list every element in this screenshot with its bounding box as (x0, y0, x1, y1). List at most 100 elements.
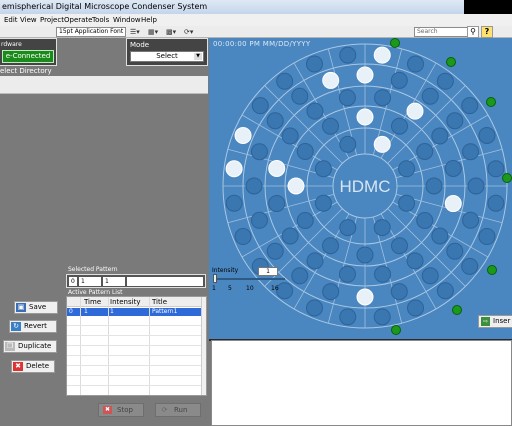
led[interactable] (339, 219, 357, 237)
led[interactable] (251, 97, 269, 115)
led[interactable] (281, 127, 299, 145)
led[interactable] (462, 143, 480, 161)
led[interactable] (390, 283, 408, 301)
led[interactable] (373, 135, 391, 153)
led[interactable] (356, 108, 374, 126)
led[interactable] (421, 87, 439, 105)
led[interactable] (314, 194, 332, 212)
led[interactable] (268, 159, 286, 177)
active-pattern-table[interactable]: Time Intensity Title 0 1 1 Pattern1 (66, 296, 207, 396)
led[interactable] (266, 112, 284, 130)
intensity-slider-thumb[interactable] (213, 274, 217, 283)
led[interactable] (446, 112, 464, 130)
led[interactable] (436, 72, 454, 90)
led[interactable] (245, 177, 263, 195)
table-row[interactable]: 0 1 1 Pattern1 (67, 308, 201, 316)
led[interactable] (305, 55, 323, 73)
led[interactable] (234, 126, 252, 144)
led[interactable] (287, 177, 305, 195)
led[interactable] (421, 267, 439, 285)
led-array[interactable]: HDMC (209, 38, 512, 339)
led[interactable] (339, 46, 357, 64)
led[interactable] (444, 195, 462, 213)
led[interactable] (306, 102, 324, 120)
led[interactable] (416, 143, 434, 160)
led[interactable] (416, 212, 434, 229)
hdmc-display[interactable]: HDMC 00:00:00 PM MM/DD/YYYY (209, 38, 512, 339)
stop-button[interactable]: ✖ Stop (98, 403, 144, 417)
table-scrollbar[interactable] (201, 297, 206, 395)
led[interactable] (305, 299, 323, 317)
led[interactable] (356, 66, 374, 84)
mode-select[interactable]: Select ▼ (130, 51, 204, 62)
led[interactable] (291, 87, 309, 105)
column-time[interactable]: Time (84, 297, 101, 307)
font-select[interactable]: 15pt Application Font (56, 27, 126, 37)
led[interactable] (391, 237, 408, 255)
search-input[interactable]: Search (414, 27, 468, 37)
led[interactable] (234, 228, 252, 246)
distribute-icon[interactable]: ▦▾ (148, 27, 158, 37)
led[interactable] (225, 160, 243, 178)
pattern-field-2[interactable]: 1 (79, 277, 101, 286)
led[interactable] (461, 97, 479, 115)
save-button[interactable]: ▣ Save (14, 301, 58, 314)
menu-operate[interactable]: Operate (64, 16, 92, 24)
led[interactable] (461, 257, 479, 275)
led[interactable] (467, 177, 485, 195)
menu-view[interactable]: View (20, 16, 37, 24)
search-icon[interactable]: ⚲ (467, 26, 479, 38)
led[interactable] (487, 160, 505, 178)
insert-button[interactable]: ⇨ Inser (478, 315, 512, 328)
led[interactable] (406, 102, 424, 120)
led[interactable] (425, 177, 443, 195)
led[interactable] (296, 143, 314, 160)
led[interactable] (446, 242, 464, 260)
led[interactable] (390, 71, 408, 89)
led[interactable] (431, 127, 449, 145)
led[interactable] (398, 194, 416, 212)
reorder-icon[interactable]: ⟳▾ (184, 27, 193, 37)
led[interactable] (478, 228, 496, 246)
menu-tools[interactable]: Tools (92, 16, 109, 24)
led[interactable] (266, 242, 284, 260)
led[interactable] (487, 194, 505, 212)
led[interactable] (406, 252, 424, 270)
led[interactable] (338, 265, 356, 283)
led[interactable] (373, 308, 391, 326)
menu-help[interactable]: Help (141, 16, 157, 24)
led[interactable] (391, 117, 408, 135)
led[interactable] (356, 288, 374, 306)
led[interactable] (373, 219, 391, 237)
column-intensity[interactable]: Intensity (110, 297, 140, 307)
led[interactable] (322, 237, 339, 255)
connection-status-button[interactable]: e-Connected (2, 50, 54, 63)
led[interactable] (339, 308, 357, 326)
led[interactable] (374, 265, 392, 283)
led[interactable] (398, 160, 416, 178)
led[interactable] (436, 282, 454, 300)
led[interactable] (291, 267, 309, 285)
directory-field[interactable] (0, 76, 208, 94)
led[interactable] (276, 282, 294, 300)
align-icon[interactable]: ☰▾ (130, 27, 140, 37)
led[interactable] (407, 55, 425, 73)
led[interactable] (373, 46, 391, 64)
run-button[interactable]: ⟳ Run (155, 403, 201, 417)
led[interactable] (339, 135, 357, 153)
intensity-slider-track[interactable] (213, 278, 285, 280)
led[interactable] (374, 89, 392, 107)
led[interactable] (444, 159, 462, 177)
led[interactable] (462, 211, 480, 229)
led[interactable] (322, 71, 340, 89)
led[interactable] (431, 227, 449, 245)
led[interactable] (356, 246, 374, 264)
menu-project[interactable]: Project (40, 16, 64, 24)
led[interactable] (322, 117, 339, 135)
log-area[interactable] (211, 340, 512, 426)
led[interactable] (338, 89, 356, 107)
revert-button[interactable]: ↻ Revert (9, 320, 57, 333)
led[interactable] (407, 299, 425, 317)
led[interactable] (268, 195, 286, 213)
pattern-field-3[interactable]: 1 (103, 277, 125, 286)
